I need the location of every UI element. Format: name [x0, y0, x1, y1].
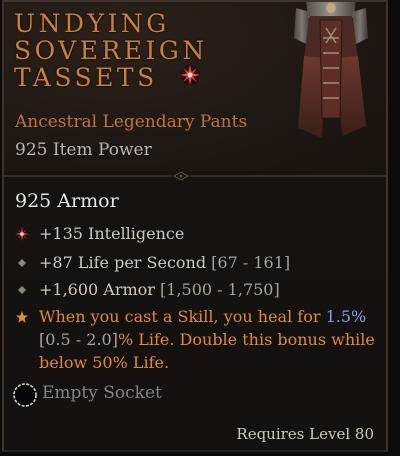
affix-row: +87 Life per Second [67 - 161] [15, 251, 380, 274]
item-name: Undying Sovereign Tassets [14, 10, 264, 91]
item-name-line-1: Undying [14, 9, 170, 38]
legendary-aspect: When you cast a Skill, you heal for 1.5%… [15, 305, 380, 374]
section-divider [4, 172, 386, 180]
affix-range: [1,500 - 1,750] [160, 280, 280, 299]
socket-icon [13, 383, 37, 407]
aspect-value: 1.5% [325, 307, 367, 326]
socket-label: Empty Socket [42, 383, 162, 403]
tooltip-header: Undying Sovereign Tassets [4, 2, 386, 172]
affix-text: +87 Life per Second [39, 253, 212, 272]
aspect-range: [0.5 - 2.0] [39, 330, 118, 349]
red-starburst-icon [180, 65, 201, 85]
grey-diamond-icon [18, 286, 26, 294]
item-name-line-3: Tassets [14, 63, 158, 92]
red-starburst-icon [15, 227, 29, 241]
aspect-text-part3: below 50% Life. [39, 353, 170, 372]
aspect-text-part2: % Life. Double this bonus while [117, 330, 375, 349]
armor-value: 925 Armor [15, 190, 119, 212]
empty-socket: Empty Socket [12, 382, 212, 410]
item-type: Ancestral Legendary Pants [15, 112, 248, 132]
level-requirement: Requires Level 80 [236, 425, 374, 443]
affix-text: +135 Intelligence [39, 224, 185, 243]
item-image [294, 2, 368, 138]
affix-row: +135 Intelligence [15, 222, 380, 245]
grey-diamond-icon [18, 259, 26, 267]
affix-row: +1,600 Armor [1,500 - 1,750] [15, 278, 380, 301]
item-name-line-2: Sovereign [14, 36, 208, 65]
affix-range: [67 - 161] [211, 253, 291, 272]
aspect-text-part1: When you cast a Skill, you heal for [39, 307, 326, 326]
orange-star-icon [16, 311, 28, 323]
item-tooltip: Undying Sovereign Tassets [2, 0, 388, 452]
affix-text: +1,600 Armor [39, 280, 161, 299]
item-power: 925 Item Power [15, 140, 152, 160]
